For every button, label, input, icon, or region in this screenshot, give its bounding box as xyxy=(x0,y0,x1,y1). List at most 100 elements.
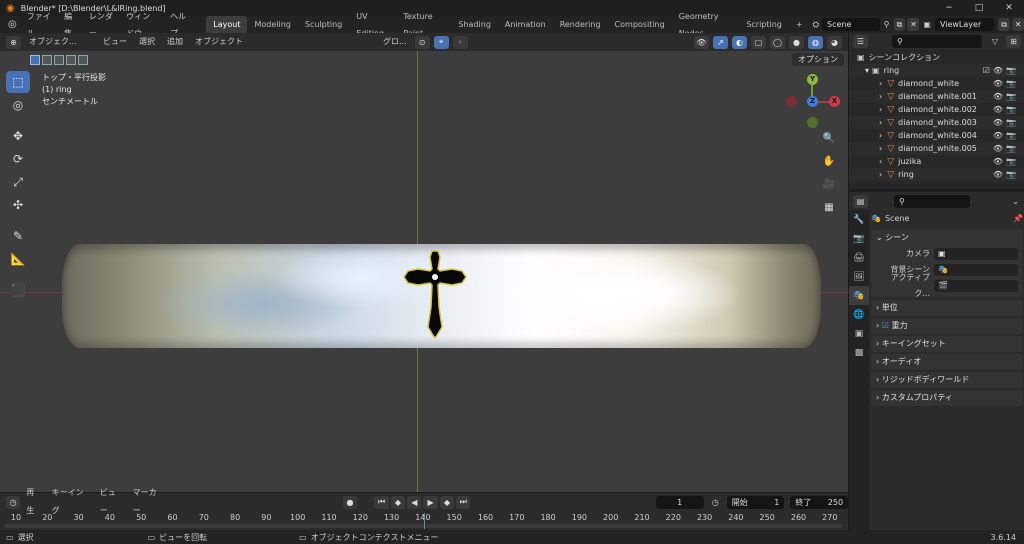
add-cube-tool[interactable]: ⬛ xyxy=(6,279,30,301)
menu-object[interactable]: オブジェクト xyxy=(191,33,247,51)
new-view-layer-button[interactable]: ⧉ xyxy=(998,18,1011,31)
scene-tab-icon[interactable]: 🎭 xyxy=(849,286,869,305)
camera-field[interactable]: ▣ xyxy=(934,248,1018,260)
properties-search[interactable]: ⚲ xyxy=(894,194,970,208)
outliner-item[interactable]: › ▽ diamond_white.005 👁📷 xyxy=(849,142,1024,155)
timeline-editor-icon[interactable]: ◷ xyxy=(6,495,21,509)
expand-icon[interactable]: › xyxy=(879,92,882,101)
outliner-display-icon[interactable]: ☰ xyxy=(853,34,868,48)
properties-editor-icon[interactable]: ▤ xyxy=(853,194,868,208)
visibility-toggles[interactable]: 👁📷 xyxy=(993,168,1019,181)
expand-icon[interactable]: › xyxy=(879,105,882,114)
pin-icon[interactable]: 📌 xyxy=(1013,214,1023,223)
outliner-item[interactable]: › ▽ ring 👁📷 xyxy=(849,168,1024,181)
next-key-icon[interactable]: ◆ xyxy=(439,495,455,509)
select-new-icon[interactable] xyxy=(30,54,40,65)
menu-add[interactable]: 追加 xyxy=(163,33,187,51)
move-tool[interactable]: ✥ xyxy=(6,125,30,147)
select-extend-icon[interactable] xyxy=(42,54,52,65)
expand-icon[interactable]: › xyxy=(879,131,882,140)
editor-type-icon[interactable]: ⊕ xyxy=(6,35,21,49)
visibility-toggles[interactable]: 👁📷 xyxy=(993,77,1019,90)
prev-key-icon[interactable]: ◆ xyxy=(390,495,406,509)
blender-menu-icon[interactable]: ◎ xyxy=(4,19,21,30)
gizmo-neg-x-icon[interactable] xyxy=(786,96,797,107)
tab-animation[interactable]: Animation xyxy=(498,16,553,33)
3d-viewport[interactable]: ⬚ ◎ ✥ ⟳ ⤢ ✣ ✎ 📐 ⬛ トップ・平行投影 (1) ring センチメ… xyxy=(0,51,848,492)
grid-view-icon[interactable]: ▦ xyxy=(820,198,838,216)
gizmo-x-icon[interactable]: X xyxy=(829,96,840,107)
outliner-item[interactable]: › ▽ diamond_white.001 👁📷 xyxy=(849,90,1024,103)
proportional-edit-icon[interactable]: ◦ xyxy=(452,35,468,49)
outliner-item[interactable]: › ▽ juzika 👁📷 xyxy=(849,155,1024,168)
expand-icon[interactable]: › xyxy=(879,79,882,88)
rotate-tool[interactable]: ⟳ xyxy=(6,148,30,170)
xray-icon[interactable]: ▢ xyxy=(751,35,766,49)
gizmo-z-icon[interactable]: Z xyxy=(807,96,818,107)
outliner-item[interactable]: › ▽ diamond_white.002 👁📷 xyxy=(849,103,1024,116)
visibility-toggles[interactable]: 👁📷 xyxy=(993,116,1019,129)
properties-section[interactable]: › オーディオ xyxy=(871,354,1023,370)
properties-section[interactable]: › 単位 xyxy=(871,300,1023,316)
visibility-toggles[interactable]: ☑👁📷 xyxy=(983,64,1019,77)
outliner-item[interactable]: › ▽ diamond_white.004 👁📷 xyxy=(849,129,1024,142)
select-intersect-icon[interactable] xyxy=(78,54,88,65)
properties-section[interactable]: › キーイングセット xyxy=(871,336,1023,352)
tab-compositing[interactable]: Compositing xyxy=(608,16,672,33)
zoom-icon[interactable]: 🔍 xyxy=(820,129,838,147)
gizmo-neg-y-icon[interactable] xyxy=(807,117,818,128)
scene-selector[interactable]: Scene xyxy=(822,18,880,31)
play-reverse-icon[interactable]: ◀ xyxy=(407,495,422,509)
collection-tab-icon[interactable]: ▣ xyxy=(849,324,869,343)
visibility-icon[interactable]: 👁 xyxy=(694,35,709,49)
properties-options-icon[interactable]: ⌄ xyxy=(1012,197,1024,206)
jump-start-icon[interactable]: ⏮ xyxy=(374,495,389,509)
shading-rendered-icon[interactable]: ◕ xyxy=(827,35,842,49)
camera-view-icon[interactable]: 🎥 xyxy=(820,175,838,193)
close-button[interactable]: ✕ xyxy=(994,0,1024,16)
collection-ring-row[interactable]: ▾ ▣ ring ☑👁📷 xyxy=(849,64,1024,77)
gizmo-y-icon[interactable]: Y xyxy=(807,74,818,85)
scene-collection-row[interactable]: ▣ シーンコレクション xyxy=(849,51,1024,64)
tab-scripting[interactable]: Scripting xyxy=(739,16,789,33)
shading-wireframe-icon[interactable]: ◯ xyxy=(770,35,785,49)
cursor-tool[interactable]: ◎ xyxy=(6,94,30,116)
expand-icon[interactable]: › xyxy=(879,144,882,153)
playhead[interactable] xyxy=(424,513,425,529)
select-box-tool[interactable]: ⬚ xyxy=(6,71,30,93)
menu-select[interactable]: 選択 xyxy=(135,33,159,51)
output-tab-icon[interactable]: 🖨 xyxy=(849,248,869,267)
delete-scene-button[interactable]: ✕ xyxy=(907,18,920,31)
active-clip-field[interactable]: 🎬 xyxy=(934,280,1018,292)
shading-solid-icon[interactable]: ● xyxy=(789,35,804,49)
minimize-button[interactable]: − xyxy=(934,0,964,16)
expand-icon[interactable]: › xyxy=(879,157,882,166)
jump-end-icon[interactable]: ⏭ xyxy=(456,495,471,509)
select-subtract-icon[interactable] xyxy=(54,54,64,65)
snap-icon[interactable]: ⌖ xyxy=(433,35,449,49)
start-frame-field[interactable]: 開始 1 xyxy=(726,495,785,509)
outliner-search[interactable]: ⚲ xyxy=(892,34,982,48)
outliner-item[interactable]: › ▽ diamond_white 👁📷 xyxy=(849,77,1024,90)
transform-tool[interactable]: ✣ xyxy=(6,194,30,216)
properties-section[interactable]: › カスタムプロパティ xyxy=(871,390,1023,406)
select-invert-icon[interactable] xyxy=(66,54,76,65)
render-tab-icon[interactable]: 📷 xyxy=(849,229,869,248)
measure-tool[interactable]: 📐 xyxy=(6,248,30,270)
tab-sculpting[interactable]: Sculpting xyxy=(298,16,349,33)
expand-icon[interactable]: › xyxy=(879,170,882,179)
frame-ruler[interactable]: 10 20 30 40 50 60 70 80 90 100 110 120 130 140 150 160 1… xyxy=(0,513,848,529)
overlay-toggle-icon[interactable]: ◐ xyxy=(732,35,747,49)
pivot-icon[interactable]: ⊙ xyxy=(414,35,430,49)
properties-section[interactable]: › ☑ 重力 xyxy=(871,318,1023,334)
transform-orientation-dropdown[interactable]: グロ... xyxy=(379,33,411,51)
scale-tool[interactable]: ⤢ xyxy=(6,171,30,193)
play-icon[interactable]: ▶ xyxy=(423,495,438,509)
tab-rendering[interactable]: Rendering xyxy=(553,16,608,33)
menu-view[interactable]: ビュー xyxy=(99,33,131,51)
texture-tab-icon[interactable]: ▩ xyxy=(849,343,869,362)
record-icon[interactable]: ● xyxy=(342,495,358,509)
tool-tab-icon[interactable]: 🔧 xyxy=(849,210,869,229)
gravity-checkbox[interactable]: ☑ xyxy=(882,321,892,330)
annotate-tool[interactable]: ✎ xyxy=(6,225,30,247)
